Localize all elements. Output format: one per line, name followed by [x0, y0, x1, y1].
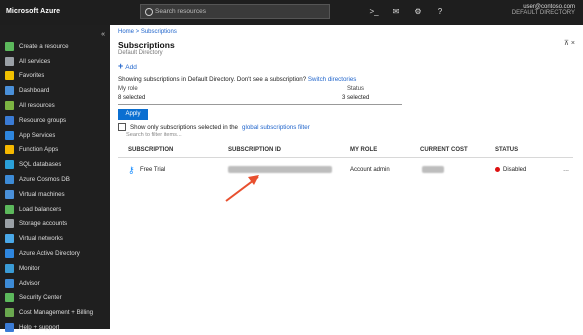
sidebar-item[interactable]: Security Center [0, 291, 110, 306]
terminal-icon[interactable]: >_ [368, 7, 380, 17]
sidebar-item-label: Azure Cosmos DB [19, 176, 70, 184]
top-bar: Microsoft Azure Search resources >_ ✉ ⚙ … [0, 0, 583, 25]
sidebar: « Create a resource All services Favorites… [0, 25, 110, 333]
sidebar-item-label: Favorites [19, 72, 45, 80]
help-icon [5, 323, 14, 333]
sidebar-item[interactable]: Function Apps [0, 143, 110, 158]
search-box[interactable]: Search resources [140, 4, 330, 19]
sidebar-item-label: Create a resource [19, 42, 69, 50]
dashboard-icon [5, 86, 14, 96]
main-pane: Home > Subscriptions Subscriptions Defau… [110, 25, 583, 329]
question-icon[interactable]: ? [434, 7, 446, 17]
sidebar-item[interactable]: SQL databases [0, 157, 110, 172]
bell-icon[interactable]: ✉ [390, 7, 402, 17]
list-icon [5, 56, 14, 66]
sidebar-item-label: Virtual networks [19, 235, 63, 243]
sidebar-item[interactable]: Create a resource [0, 39, 110, 54]
sidebar-item-label: All resources [19, 102, 55, 110]
account-directory: DEFAULT DIRECTORY [511, 10, 575, 16]
sidebar-item[interactable]: Dashboard [0, 83, 110, 98]
sidebar-item-label: Advisor [19, 279, 40, 287]
sidebar-item-label: All services [19, 57, 51, 65]
sidebar-item[interactable]: Resource groups [0, 113, 110, 128]
cube-icon [5, 115, 14, 125]
monitor-icon [5, 263, 14, 273]
sidebar-item-label: Load balancers [19, 205, 62, 213]
sidebar-item-label: Azure Active Directory [19, 250, 80, 258]
sidebar-item-label: SQL databases [19, 161, 62, 169]
brand-title[interactable]: Microsoft Azure [6, 8, 60, 15]
toolbar-icons: >_ ✉ ⚙ ? [368, 7, 446, 17]
storage-icon [5, 219, 14, 229]
aad-icon [5, 249, 14, 259]
sidebar-item-label: Help + support [19, 324, 60, 332]
network-icon [5, 234, 14, 244]
sidebar-item[interactable]: Advisor [0, 276, 110, 291]
globe-icon [5, 130, 14, 140]
sidebar-item-label: Security Center [19, 294, 62, 302]
sidebar-item[interactable]: All resources [0, 98, 110, 113]
database-icon [5, 160, 14, 170]
sidebar-item-label: App Services [19, 131, 56, 139]
sidebar-item[interactable]: Help + support [0, 320, 110, 335]
sidebar-item[interactable]: Virtual machines [0, 187, 110, 202]
gear-icon[interactable]: ⚙ [412, 7, 424, 17]
sidebar-item-label: Monitor [19, 264, 40, 272]
sidebar-item-label: Dashboard [19, 87, 50, 95]
sidebar-item[interactable]: App Services [0, 128, 110, 143]
sidebar-item[interactable]: Azure Cosmos DB [0, 172, 110, 187]
sidebar-list: Create a resource All services Favorites Da… [0, 39, 110, 335]
sidebar-item-label: Cost Management + Billing [19, 309, 94, 317]
sidebar-item[interactable]: All services [0, 54, 110, 69]
grid-icon [5, 101, 14, 111]
sidebar-item[interactable]: Favorites [0, 69, 110, 84]
sidebar-item[interactable]: Cost Management + Billing [0, 305, 110, 320]
sidebar-item[interactable]: Storage accounts [0, 217, 110, 232]
sidebar-item[interactable]: Monitor [0, 261, 110, 276]
planet-icon [5, 175, 14, 185]
search-icon [145, 8, 153, 16]
sidebar-item[interactable]: Load balancers [0, 202, 110, 217]
sidebar-item-label: Virtual machines [19, 190, 65, 198]
search-placeholder: Search resources [155, 8, 206, 15]
vm-icon [5, 189, 14, 199]
sidebar-item-label: Function Apps [19, 146, 59, 154]
star-icon [5, 71, 14, 81]
cost-icon [5, 308, 14, 318]
account-menu[interactable]: user@contoso.com DEFAULT DIRECTORY [512, 4, 575, 16]
sidebar-item-label: Storage accounts [19, 220, 68, 228]
collapse-icon[interactable]: « [101, 31, 105, 38]
annotation-arrow [225, 175, 259, 202]
diamond-icon [5, 204, 14, 214]
sidebar-item[interactable]: Azure Active Directory [0, 246, 110, 261]
shield-icon [5, 293, 14, 303]
advisor-icon [5, 278, 14, 288]
sidebar-item-label: Resource groups [19, 116, 67, 124]
sidebar-item[interactable]: Virtual networks [0, 231, 110, 246]
plus-icon [5, 41, 14, 51]
bolt-icon [5, 145, 14, 155]
